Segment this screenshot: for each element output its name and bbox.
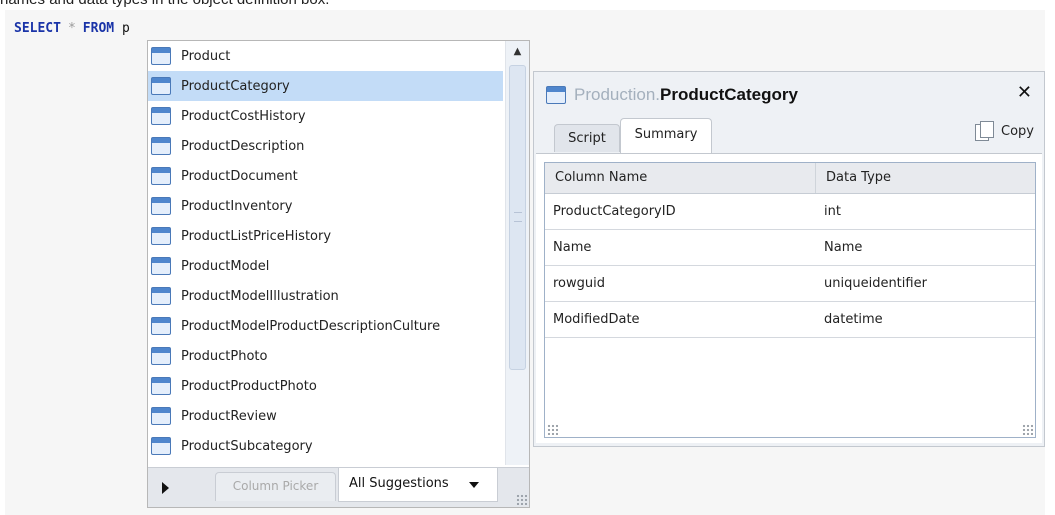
columns-grid[interactable]: Column Name Data Type ProductCategoryID i… bbox=[544, 162, 1036, 438]
close-icon[interactable]: ✕ bbox=[1017, 82, 1032, 103]
table-icon bbox=[151, 407, 171, 425]
star-operator: * bbox=[67, 21, 76, 36]
grid-header: Column Name Data Type bbox=[545, 163, 1035, 194]
suggestion-label: Product bbox=[181, 48, 231, 64]
select-keyword: SELECT bbox=[14, 21, 61, 36]
suggestion-item[interactable]: ProductDocument bbox=[148, 161, 503, 191]
suggestion-label: ProductModel bbox=[181, 258, 270, 274]
table-icon bbox=[151, 167, 171, 185]
table-icon bbox=[151, 437, 171, 455]
scroll-up-arrow-icon[interactable]: ▲ bbox=[508, 43, 527, 61]
suggestion-item[interactable]: ProductSubcategory bbox=[148, 431, 503, 461]
suggestion-label: ProductCategory bbox=[181, 78, 290, 94]
column-name-cell: Name bbox=[553, 240, 592, 255]
suggestion-label: ProductModelProductDescriptionCulture bbox=[181, 318, 441, 334]
table-row[interactable]: ModifiedDate datetime bbox=[545, 302, 1035, 338]
suggestion-label: ProductModelIllustration bbox=[181, 288, 339, 304]
suggestion-item[interactable]: ProductReview bbox=[148, 401, 503, 431]
suggestion-item[interactable]: ProductModel bbox=[148, 251, 503, 281]
suggestion-label: ProductSubcategory bbox=[181, 438, 313, 454]
suggestion-item[interactable]: ProductProductPhoto bbox=[148, 371, 503, 401]
all-suggestions-tab[interactable]: All Suggestions bbox=[338, 468, 498, 502]
data-type-cell: datetime bbox=[824, 312, 883, 327]
suggestion-item[interactable]: ProductDescription bbox=[148, 131, 503, 161]
table-icon bbox=[151, 77, 171, 95]
data-type-cell: Name bbox=[824, 240, 863, 255]
column-name-cell: ModifiedDate bbox=[553, 312, 640, 327]
column-picker-tab[interactable]: Column Picker bbox=[215, 472, 336, 501]
tab-script[interactable]: Script bbox=[554, 124, 620, 152]
table-icon bbox=[546, 86, 566, 104]
table-icon bbox=[151, 317, 171, 335]
schema-name: Production bbox=[574, 85, 656, 104]
resize-grip-icon[interactable] bbox=[547, 424, 558, 435]
table-icon bbox=[151, 377, 171, 395]
suggestion-label: ProductInventory bbox=[181, 198, 293, 214]
column-header-type[interactable]: Data Type bbox=[816, 163, 1035, 193]
from-keyword: FROM bbox=[82, 21, 115, 36]
table-icon bbox=[151, 287, 171, 305]
resize-grip-icon[interactable] bbox=[516, 494, 527, 505]
object-definition-box: Production. ProductCategory ✕ Script Summ… bbox=[533, 71, 1045, 447]
suggestion-label: ProductDocument bbox=[181, 168, 298, 184]
table-row[interactable]: ProductCategoryID int bbox=[545, 194, 1035, 230]
table-icon bbox=[151, 107, 171, 125]
suggestion-item[interactable]: ProductModelIllustration bbox=[148, 281, 503, 311]
table-icon bbox=[151, 227, 171, 245]
scrollbar-grip-icon bbox=[514, 212, 522, 222]
suggestion-item[interactable]: ProductCategory bbox=[148, 71, 503, 101]
suggestion-scrollbar[interactable]: ▲ bbox=[505, 41, 529, 465]
definition-title: Production. ProductCategory bbox=[546, 82, 798, 108]
suggestion-label: ProductListPriceHistory bbox=[181, 228, 332, 244]
table-icon bbox=[151, 257, 171, 275]
suggestion-label: ProductProductPhoto bbox=[181, 378, 317, 394]
suggestion-item[interactable]: ProductModelProductDescriptionCulture bbox=[148, 311, 503, 341]
suggestion-label: ProductCostHistory bbox=[181, 108, 306, 124]
table-icon bbox=[151, 197, 171, 215]
data-type-cell: int bbox=[824, 204, 841, 219]
copy-button[interactable]: Copy bbox=[975, 118, 1034, 144]
scrollbar-thumb[interactable] bbox=[509, 65, 526, 370]
suggestion-list[interactable]: Product ProductCategory ProductCostHistory… bbox=[148, 41, 503, 461]
summary-panel: Column Name Data Type ProductCategoryID i… bbox=[536, 153, 1042, 443]
suggestion-popup[interactable]: Product ProductCategory ProductCostHistory… bbox=[147, 40, 530, 508]
typed-identifier: p bbox=[121, 21, 130, 36]
grid-body: ProductCategoryID int Name Name rowguid uniqu… bbox=[545, 194, 1035, 338]
suggestion-item[interactable]: ProductCostHistory bbox=[148, 101, 503, 131]
column-name-cell: ProductCategoryID bbox=[553, 204, 676, 219]
suggestion-label: ProductPhoto bbox=[181, 348, 268, 364]
table-row[interactable]: Name Name bbox=[545, 230, 1035, 266]
tab-summary[interactable]: Summary bbox=[620, 118, 712, 153]
suggestion-label: ProductDescription bbox=[181, 138, 305, 154]
suggestion-item[interactable]: ProductInventory bbox=[148, 191, 503, 221]
data-type-cell: uniqueidentifier bbox=[824, 276, 927, 291]
copy-icon bbox=[975, 121, 995, 141]
column-header-name[interactable]: Column Name bbox=[545, 163, 816, 193]
suggestion-label: ProductReview bbox=[181, 408, 277, 424]
expand-arrow-icon[interactable] bbox=[162, 482, 169, 494]
object-name: ProductCategory bbox=[660, 85, 798, 104]
caption-text: names and data types in the object defin… bbox=[0, 0, 329, 9]
suggestion-item[interactable]: Product bbox=[148, 41, 503, 71]
suggestion-item[interactable]: ProductPhoto bbox=[148, 341, 503, 371]
column-name-cell: rowguid bbox=[553, 276, 605, 291]
resize-grip-icon[interactable] bbox=[1022, 424, 1033, 435]
copy-label: Copy bbox=[1001, 123, 1034, 139]
table-icon bbox=[151, 137, 171, 155]
all-suggestions-label: All Suggestions bbox=[349, 476, 449, 491]
suggestion-footer: Column Picker All Suggestions bbox=[148, 467, 529, 507]
table-icon bbox=[151, 47, 171, 65]
sql-query-line[interactable]: SELECT * FROM p bbox=[14, 20, 130, 38]
dropdown-caret-icon[interactable] bbox=[469, 482, 479, 488]
suggestion-item[interactable]: ProductListPriceHistory bbox=[148, 221, 503, 251]
table-row[interactable]: rowguid uniqueidentifier bbox=[545, 266, 1035, 302]
table-icon bbox=[151, 347, 171, 365]
definition-tabs: Script Summary Copy bbox=[546, 118, 1034, 153]
